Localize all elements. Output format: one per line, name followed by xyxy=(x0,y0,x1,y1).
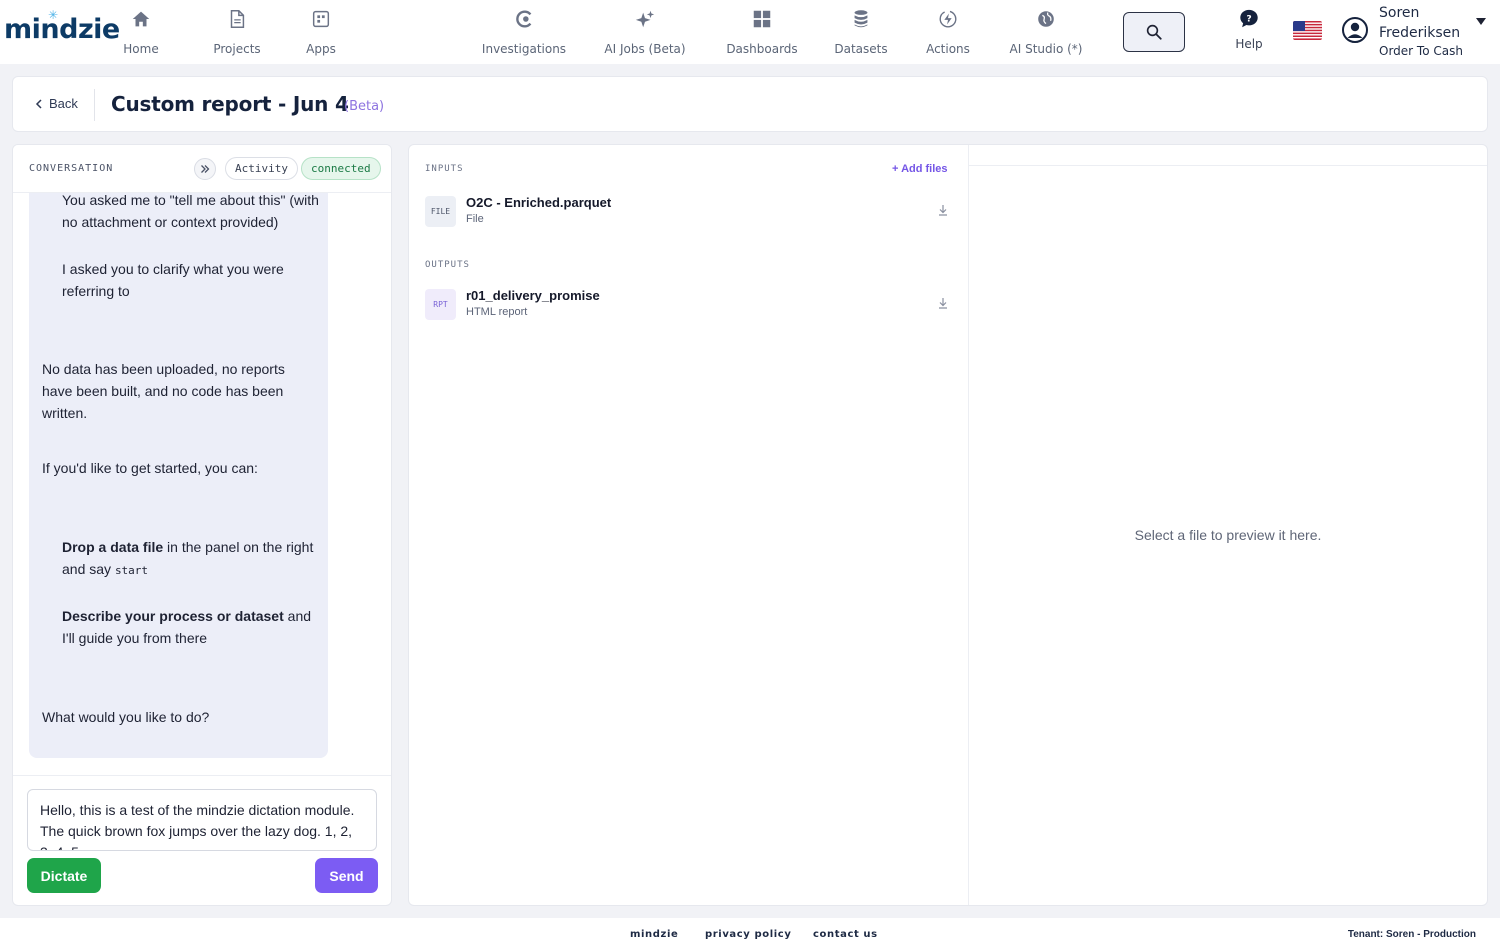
message-option-1: Drop a data file in the panel on the rig… xyxy=(62,536,322,582)
svg-text:?: ? xyxy=(1246,13,1251,24)
conversation-title: CONVERSATION xyxy=(29,163,114,174)
apps-icon xyxy=(312,10,330,28)
nav-apps[interactable]: Apps xyxy=(302,6,340,58)
beta-tag: (Beta) xyxy=(344,99,385,114)
back-label: Back xyxy=(49,96,78,111)
tenant-label: Tenant: Soren - Production xyxy=(1347,929,1476,940)
search-icon xyxy=(1146,24,1162,40)
lightning-icon xyxy=(939,10,957,28)
files-panel: INPUTS + Add files FILE O2C - Enriched.p… xyxy=(408,144,1488,906)
double-chevron-right-icon xyxy=(201,165,210,173)
nav-ai-jobs[interactable]: AI Jobs (Beta) xyxy=(600,6,690,58)
message-paragraph-7: What would you like to do? xyxy=(42,709,210,725)
composer-divider xyxy=(13,775,391,776)
search-button[interactable] xyxy=(1123,12,1185,52)
file-name: O2C - Enriched.parquet xyxy=(466,195,612,210)
output-file-row[interactable]: RPT r01_delivery_promise HTML report xyxy=(425,285,951,325)
sparkle-icon xyxy=(635,10,655,28)
panel-divider xyxy=(968,145,969,905)
user-menu-caret-icon[interactable] xyxy=(1476,18,1486,25)
add-files-button[interactable]: + Add files xyxy=(892,163,948,175)
dashboard-grid-icon xyxy=(753,10,771,28)
help-chat-icon: ? xyxy=(1240,9,1258,28)
nav-dashboards[interactable]: Dashboards xyxy=(721,6,803,58)
home-icon xyxy=(132,11,150,27)
back-button[interactable]: Back xyxy=(35,96,78,111)
database-icon xyxy=(854,10,868,28)
nav-investigations[interactable]: Investigations xyxy=(478,6,570,58)
inputs-label: INPUTS xyxy=(425,164,464,174)
connection-status-badge: connected xyxy=(301,157,381,180)
help-button[interactable]: ? Help xyxy=(1228,8,1270,51)
file-name: r01_delivery_promise xyxy=(466,288,600,303)
page-title: Custom report - Jun 4 xyxy=(111,92,349,116)
dictate-button[interactable]: Dictate xyxy=(27,858,101,893)
investigation-icon xyxy=(516,10,532,28)
footer: mindzie privacy policy contact us Tenant… xyxy=(0,918,1500,950)
user-menu[interactable]: Soren Frederiksen Order To Cash xyxy=(1379,3,1463,59)
globe-icon xyxy=(1038,11,1054,27)
nav-ai-studio[interactable]: AI Studio (*) xyxy=(1005,6,1087,58)
message-paragraph-1: You asked me to "tell me about this" (wi… xyxy=(62,192,319,230)
current-project: Order To Cash xyxy=(1379,44,1463,58)
document-icon xyxy=(230,10,245,28)
download-icon[interactable] xyxy=(936,296,950,310)
file-type: HTML report xyxy=(466,306,528,318)
us-flag-icon[interactable] xyxy=(1293,21,1322,40)
collapse-button[interactable] xyxy=(194,158,216,180)
top-navigation: ✳ mindzie Home Projects Apps Investigati… xyxy=(0,0,1500,64)
outputs-label: OUTPUTS xyxy=(425,260,470,270)
nav-datasets-label: Datasets xyxy=(834,42,888,56)
nav-home[interactable]: Home xyxy=(120,6,162,58)
nav-actions[interactable]: Actions xyxy=(922,6,974,58)
nav-projects[interactable]: Projects xyxy=(210,6,264,58)
message-option-2: Describe your process or dataset and I'l… xyxy=(62,605,322,649)
chevron-left-icon xyxy=(35,98,42,109)
nav-dashboards-label: Dashboards xyxy=(726,42,798,56)
message-input[interactable]: Hello, this is a test of the mindzie dic… xyxy=(27,789,377,851)
help-label: Help xyxy=(1235,37,1263,51)
download-icon[interactable] xyxy=(936,203,950,217)
nav-investigations-label: Investigations xyxy=(481,42,567,56)
file-type: File xyxy=(466,213,484,225)
logo-spark-icon: ✳ xyxy=(48,8,58,22)
header-divider xyxy=(94,89,95,121)
nav-ai-studio-label: AI Studio (*) xyxy=(1009,42,1083,56)
message-paragraph-4: If you'd like to get started, you can: xyxy=(42,460,258,476)
option-1-code: start xyxy=(114,564,149,577)
message-paragraph-3: No data has been uploaded, no reports ha… xyxy=(42,361,285,421)
mindzie-logo[interactable]: ✳ mindzie xyxy=(4,8,120,45)
report-type-badge: RPT xyxy=(425,289,456,320)
assistant-message-bubble: You asked me to "tell me about this" (wi… xyxy=(29,185,328,758)
nav-apps-label: Apps xyxy=(306,42,336,56)
user-last-name: Frederiksen xyxy=(1379,25,1461,41)
preview-header-divider xyxy=(969,165,1487,166)
file-type-badge: FILE xyxy=(425,196,456,227)
message-paragraph-2: I asked you to clarify what you were ref… xyxy=(62,261,284,299)
conversation-header: CONVERSATION Activity connected xyxy=(13,145,391,193)
nav-home-label: Home xyxy=(123,42,159,56)
activity-chip[interactable]: Activity xyxy=(225,157,298,180)
conversation-panel: CONVERSATION Activity connected You aske… xyxy=(12,144,392,906)
nav-ai-jobs-label: AI Jobs (Beta) xyxy=(604,42,686,56)
send-button[interactable]: Send xyxy=(315,858,378,893)
input-file-row[interactable]: FILE O2C - Enriched.parquet File xyxy=(425,192,951,232)
preview-placeholder: Select a file to preview it here. xyxy=(1134,527,1322,543)
user-avatar-icon[interactable] xyxy=(1342,17,1368,43)
nav-projects-label: Projects xyxy=(213,42,261,56)
footer-link-contact[interactable]: contact us xyxy=(813,929,878,940)
nav-actions-label: Actions xyxy=(926,42,970,56)
user-first-name: Soren xyxy=(1379,5,1420,21)
option-2-bold: Describe your process or dataset xyxy=(62,608,284,624)
logo-text: mindzie xyxy=(4,14,120,45)
footer-link-privacy[interactable]: privacy policy xyxy=(705,929,791,940)
page-header: Back Custom report - Jun 4 (Beta) xyxy=(12,76,1488,132)
footer-link-mindzie[interactable]: mindzie xyxy=(630,929,678,940)
option-1-bold: Drop a data file xyxy=(62,539,164,555)
nav-datasets[interactable]: Datasets xyxy=(832,6,890,58)
